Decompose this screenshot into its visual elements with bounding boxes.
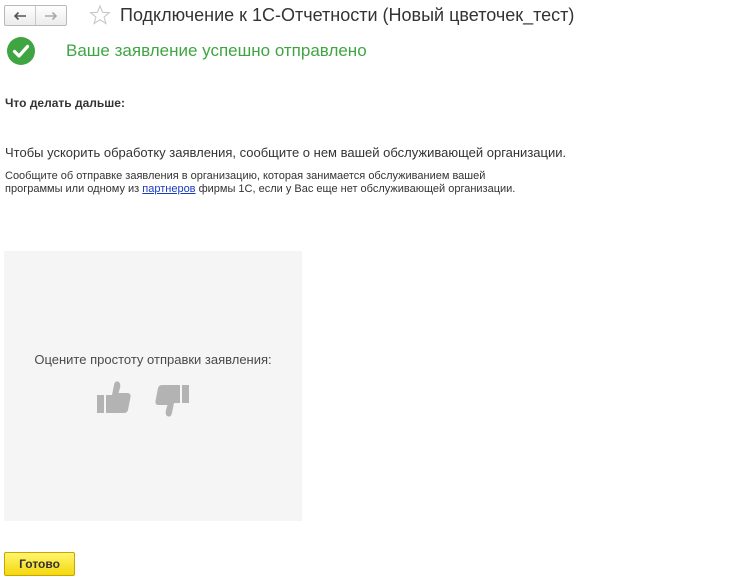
thumbs-up-icon[interactable] bbox=[96, 379, 132, 415]
arrow-right-icon bbox=[45, 11, 58, 20]
next-steps-main-text: Чтобы ускорить обработку заявления, сооб… bbox=[5, 145, 567, 160]
next-steps-detail: Сообщите об отправке заявления в организ… bbox=[5, 170, 535, 196]
navigation-buttons bbox=[4, 5, 67, 26]
star-icon[interactable] bbox=[89, 4, 111, 26]
form-window: Подключение к 1С-Отчетности (Новый цвето… bbox=[0, 0, 752, 583]
arrow-left-icon bbox=[13, 11, 26, 20]
detail-text-after: фирмы 1С, если у Вас еще нет обслуживающ… bbox=[195, 183, 516, 195]
thumbs-down-icon[interactable] bbox=[154, 383, 190, 419]
checkmark-circle-icon bbox=[7, 37, 35, 65]
done-button[interactable]: Готово bbox=[4, 552, 75, 576]
page-title: Подключение к 1С-Отчетности (Новый цвето… bbox=[120, 5, 575, 25]
back-button[interactable] bbox=[5, 6, 35, 25]
success-message: Ваше заявление успешно отправлено bbox=[66, 41, 367, 60]
next-steps-heading: Что делать дальше: bbox=[5, 96, 125, 110]
rating-panel: Оцените простоту отправки заявления: bbox=[4, 251, 302, 521]
partners-link[interactable]: партнеров bbox=[142, 183, 195, 195]
forward-button[interactable] bbox=[35, 6, 66, 25]
rating-label: Оцените простоту отправки заявления: bbox=[34, 352, 272, 367]
